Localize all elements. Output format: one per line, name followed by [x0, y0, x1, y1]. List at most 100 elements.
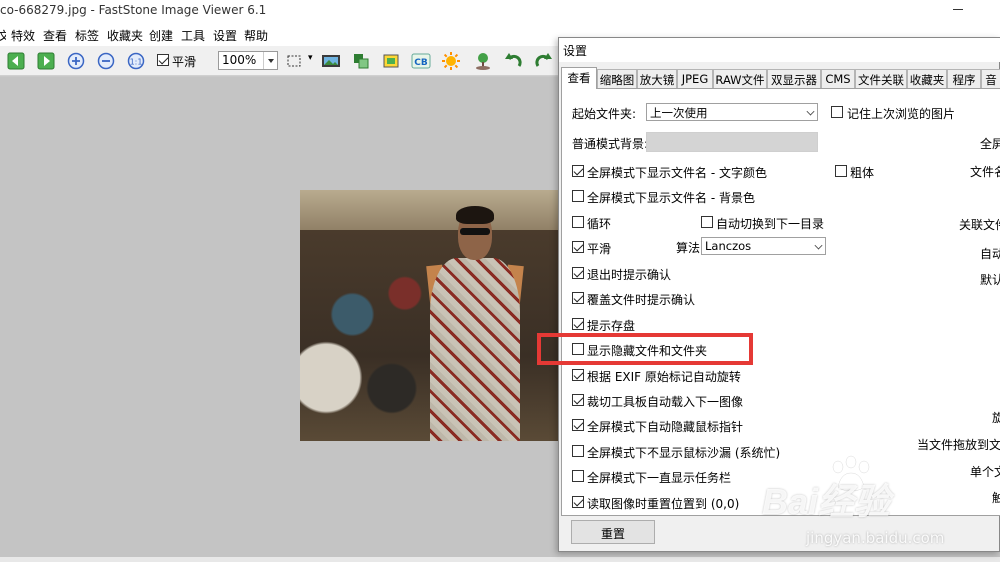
fullscreen-filename-color-checkbox[interactable]	[572, 165, 584, 177]
tab-thumbnails[interactable]: 缩略图	[597, 69, 637, 88]
menu-settings[interactable]: 设置	[213, 27, 237, 44]
exif-rotate-checkbox[interactable]	[572, 369, 584, 381]
fullscreen-filename-color-label: 全屏模式下显示文件名 - 文字颜色	[587, 166, 767, 180]
zoom-out-icon[interactable]	[95, 50, 117, 72]
slideshow-icon[interactable]	[320, 50, 342, 72]
settings-dialog: 设置 查看 缩略图 放大镜 JPEG RAW文件 双显示器 CMS 文件关联 收…	[537, 37, 1000, 552]
tab-favorites[interactable]: 收藏夹	[907, 69, 947, 88]
right-label-fullscreen: 全屏	[980, 137, 1000, 151]
status-bar	[0, 557, 1000, 562]
reset-position-label: 读取图像时重置位置到 (0,0)	[587, 497, 740, 511]
rotate-left-icon[interactable]	[503, 50, 525, 72]
show-taskbar-label: 全屏模式下一直显示任务栏	[587, 471, 732, 485]
menu-effects[interactable]: 特效	[11, 27, 35, 44]
tab-file-association[interactable]: 文件关联	[855, 69, 907, 88]
compare-icon[interactable]	[350, 50, 372, 72]
minimize-button[interactable]	[944, 0, 972, 20]
start-folder-value: 上一次使用	[650, 106, 708, 120]
settings-tabs: 查看 缩略图 放大镜 JPEG RAW文件 双显示器 CMS 文件关联 收藏夹 …	[559, 67, 1000, 89]
start-folder-combo[interactable]: 上一次使用	[646, 103, 818, 121]
menu-file[interactable]: 文件	[0, 27, 6, 44]
rotate-right-icon[interactable]	[532, 50, 554, 72]
highlight-box	[537, 333, 753, 365]
tab-programs[interactable]: 程序	[947, 69, 981, 88]
confirm-exit-label: 退出时提示确认	[587, 268, 672, 282]
dialog-title-bar: 设置	[559, 38, 1000, 62]
confirm-overwrite-label: 覆盖文件时提示确认	[587, 293, 696, 307]
zoom-level-combo[interactable]: 100%	[218, 51, 278, 70]
remember-last-checkbox[interactable]	[831, 106, 843, 118]
no-hourglass-checkbox[interactable]	[572, 445, 584, 457]
right-label-single-file: 单个文	[970, 465, 1000, 479]
confirm-exit-checkbox[interactable]	[572, 267, 584, 279]
hide-cursor-checkbox[interactable]	[572, 419, 584, 431]
reset-position-checkbox[interactable]	[572, 496, 584, 508]
actual-size-icon[interactable]: 1:1	[125, 50, 147, 72]
crop-autoload-label: 裁切工具板自动载入下一图像	[587, 395, 744, 409]
chevron-down-icon[interactable]	[814, 241, 823, 250]
color-adjust-icon[interactable]: CB	[410, 50, 432, 72]
algorithm-combo[interactable]: Lanczos	[701, 237, 826, 255]
right-label-rotate: 旋	[992, 411, 1000, 425]
menu-create[interactable]: 创建	[149, 27, 173, 44]
svg-text:1:1: 1:1	[130, 58, 143, 67]
algorithm-label: 算法:	[676, 241, 705, 255]
tab-jpeg[interactable]: JPEG	[677, 69, 713, 88]
bold-checkbox[interactable]	[835, 165, 847, 177]
right-label-drag-file: 当文件拖放到文件	[917, 438, 1000, 452]
select-region-icon[interactable]	[283, 50, 305, 72]
previous-image-icon[interactable]	[5, 50, 27, 72]
menu-tags[interactable]: 标签	[75, 27, 99, 44]
svg-text:CB: CB	[414, 58, 428, 68]
crop-autoload-checkbox[interactable]	[572, 394, 584, 406]
right-label-auto: 自动	[980, 247, 1000, 261]
fullscreen-filename-bg-label: 全屏模式下显示文件名 - 背景色	[587, 191, 755, 205]
start-folder-label: 起始文件夹:	[572, 107, 637, 121]
prompt-save-checkbox[interactable]	[572, 318, 584, 330]
background-color-swatch[interactable]	[646, 132, 818, 152]
menu-tools[interactable]: 工具	[181, 27, 205, 44]
right-label-default: 默认	[980, 273, 1000, 287]
tab-dual-monitor[interactable]: 双显示器	[767, 69, 821, 88]
loop-label: 循环	[587, 217, 612, 231]
loop-checkbox[interactable]	[572, 216, 584, 228]
next-image-icon[interactable]	[35, 50, 57, 72]
wallpaper-icon[interactable]	[472, 50, 494, 72]
window-title: co-668279.jpg - FastStone Image Viewer 6…	[0, 3, 267, 17]
smooth-option-checkbox[interactable]	[572, 241, 584, 253]
prompt-save-label: 提示存盘	[587, 319, 636, 333]
bold-label: 粗体	[850, 166, 875, 180]
tab-audio[interactable]: 音	[981, 69, 1000, 88]
confirm-overwrite-checkbox[interactable]	[572, 292, 584, 304]
settings-panel: 起始文件夹: 上一次使用 记住上次浏览的图片 全屏 普通模式背景: 全屏模式下显…	[537, 88, 1000, 516]
menu-view[interactable]: 查看	[43, 27, 67, 44]
menu-help[interactable]: 帮助	[244, 27, 268, 44]
tab-raw[interactable]: RAW文件	[713, 69, 767, 88]
tab-magnifier[interactable]: 放大镜	[637, 69, 677, 88]
reset-button[interactable]: 重置	[571, 520, 655, 544]
remember-last-label: 记住上次浏览的图片	[847, 107, 956, 121]
crop-icon[interactable]	[380, 50, 402, 72]
select-dropdown-arrow-icon[interactable]: ▾	[308, 53, 313, 63]
tab-view[interactable]: 查看	[561, 67, 597, 89]
smooth-checkbox[interactable]	[157, 54, 169, 66]
effects-sun-icon[interactable]	[440, 50, 462, 72]
exif-rotate-label: 根据 EXIF 原始标记自动旋转	[587, 370, 741, 384]
chevron-down-icon[interactable]	[806, 107, 815, 116]
tab-cms[interactable]: CMS	[821, 69, 855, 88]
algorithm-value: Lanczos	[705, 239, 752, 253]
right-label-touch: 触	[992, 491, 1000, 505]
right-label-filename: 文件名	[970, 165, 1000, 179]
zoom-in-icon[interactable]	[65, 50, 87, 72]
smooth-option-label: 平滑	[587, 242, 612, 256]
auto-next-dir-label: 自动切换到下一目录	[716, 217, 825, 231]
smooth-label: 平滑	[172, 55, 197, 69]
chevron-down-icon[interactable]	[263, 52, 277, 69]
background-label: 普通模式背景:	[572, 137, 649, 151]
auto-next-dir-checkbox[interactable]	[701, 216, 713, 228]
menu-favorites[interactable]: 收藏夹	[107, 27, 143, 44]
fullscreen-filename-bg-checkbox[interactable]	[572, 190, 584, 202]
title-bar: co-668279.jpg - FastStone Image Viewer 6…	[0, 0, 1000, 22]
show-taskbar-checkbox[interactable]	[572, 470, 584, 482]
no-hourglass-label: 全屏模式下不显示鼠标沙漏 (系统忙)	[587, 446, 781, 460]
